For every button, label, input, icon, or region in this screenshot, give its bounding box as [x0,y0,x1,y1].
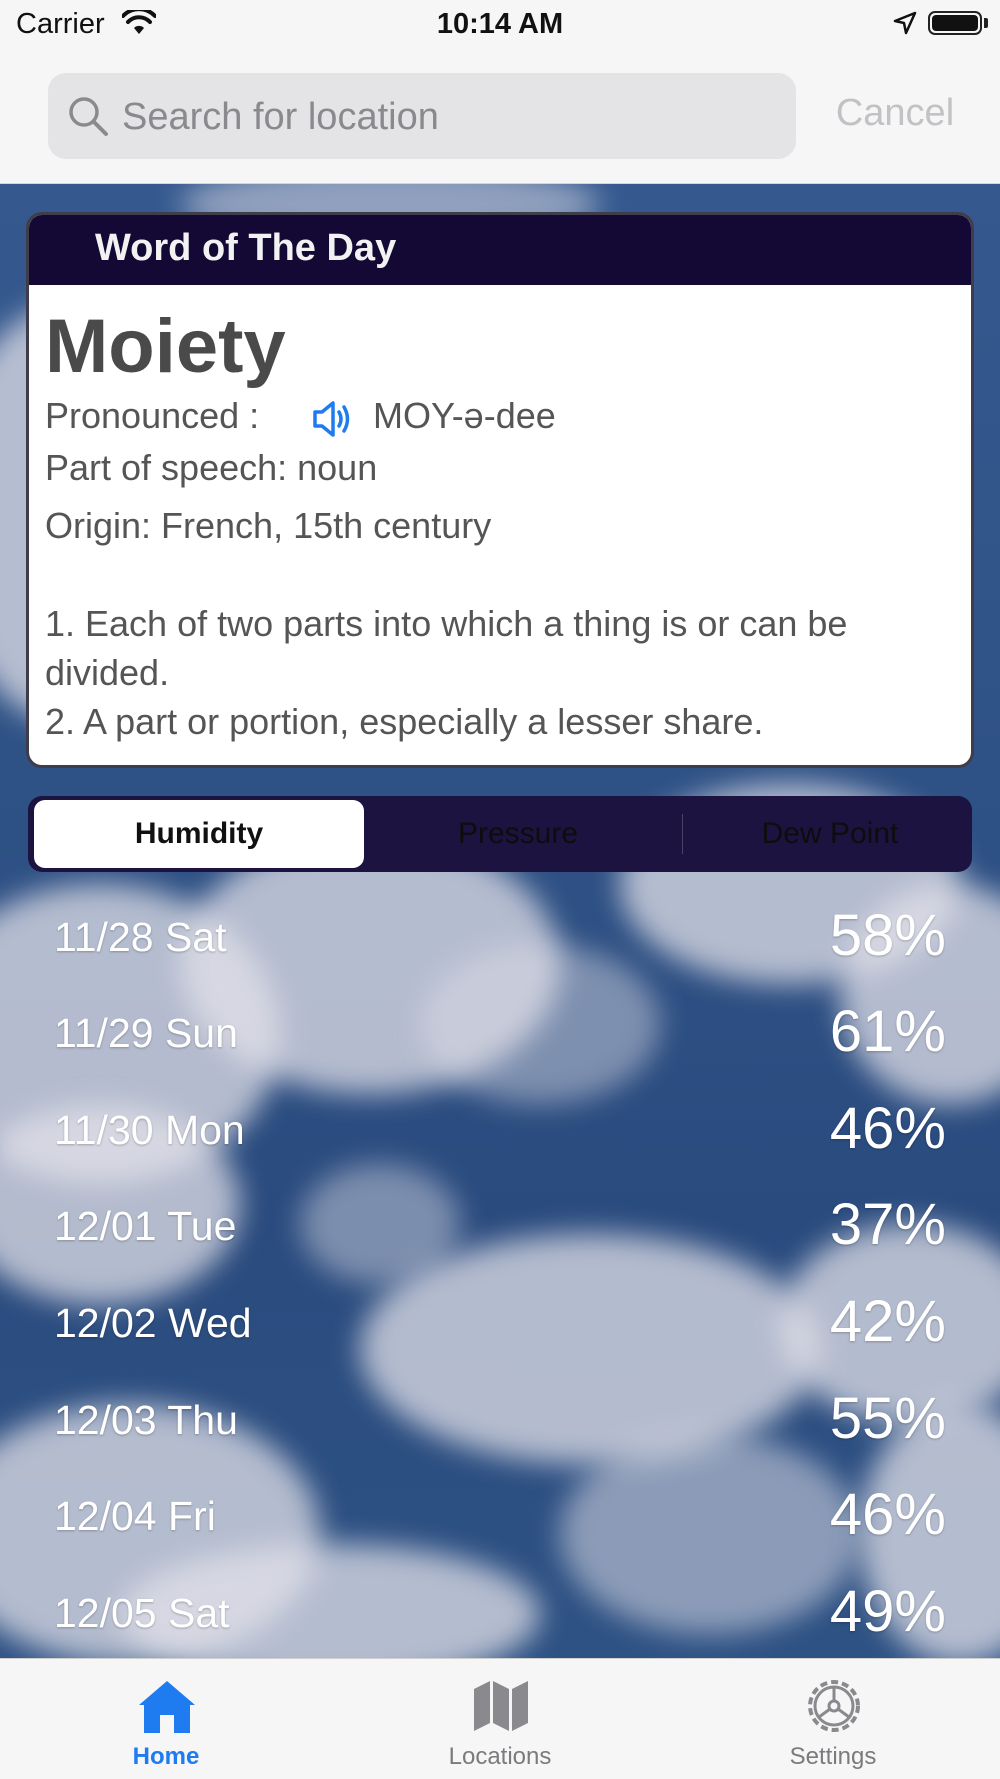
forecast-value: 55% [829,1386,946,1451]
status-bar: Carrier 10:14 AM [0,0,1000,52]
tab-label: Settings [789,1743,877,1770]
search-bar[interactable] [48,73,796,161]
pronunciation-text: MOY-ə-dee [373,395,556,436]
word-origin: Origin: French, 15th century [45,505,492,546]
forecast-date: 12/05 Sat [54,1590,230,1636]
forecast-value: 46% [829,1096,946,1161]
segment-dew-point[interactable]: Dew Point [688,800,972,868]
cancel-button[interactable]: Cancel [810,88,980,138]
tab-home[interactable]: Home [66,1659,266,1779]
forecast-date: 12/02 Wed [54,1300,252,1346]
forecast-date: 12/03 Thu [54,1397,238,1443]
forecast-row: 12/04 Fri 46% [54,1477,946,1557]
search-icon [66,94,110,143]
forecast-date: 12/04 Fri [54,1493,216,1539]
forecast-row: 11/29 Sun 61% [54,994,946,1074]
forecast-value: 49% [829,1579,946,1644]
forecast-row: 12/03 Thu 55% [54,1381,946,1461]
segment-divider [682,814,683,854]
tab-bar: Home Locations Settings [0,1658,1000,1778]
forecast-value: 42% [829,1289,946,1354]
segment-humidity[interactable]: Humidity [34,800,364,868]
pronounced-label: Pronounced : [45,395,260,436]
tab-settings[interactable]: Settings [733,1659,933,1779]
forecast-date: 12/01 Tue [54,1203,237,1249]
search-header: Cancel [0,52,1000,184]
forecast-value: 46% [829,1482,946,1547]
forecast-date: 11/28 Sat [54,914,227,960]
map-icon [470,1677,532,1740]
battery-nub [984,18,988,28]
battery-icon [928,11,982,35]
forecast-value: 61% [829,999,946,1064]
status-time: 10:14 AM [436,8,564,40]
gear-icon [803,1677,865,1740]
house-icon [136,1677,198,1740]
part-of-speech: Part of speech: noun [45,447,378,488]
search-input[interactable] [120,73,784,161]
tab-label: Home [132,1743,200,1770]
forecast-value: 37% [829,1192,946,1257]
word-of-the-day-card: Word of The Day Moiety Pronounced : MOY-… [26,212,974,768]
speaker-icon[interactable] [311,397,355,446]
forecast-row: 12/01 Tue 37% [54,1187,946,1267]
forecast-row: 11/28 Sat 58% [54,898,946,978]
word-title: Moiety [45,304,286,389]
forecast-row: 11/30 Mon 46% [54,1091,946,1171]
segment-pressure[interactable]: Pressure [368,800,668,868]
forecast-date: 11/30 Mon [54,1107,245,1153]
word-card-title: Word of The Day [95,227,397,269]
tab-label: Locations [448,1743,552,1770]
word-card-header: Word of The Day [29,215,971,285]
forecast-row: 12/05 Sat 49% [54,1574,946,1654]
metric-segmented-control: Humidity Pressure Dew Point [28,796,972,872]
definition-item: 2. A part or portion, especially a lesse… [45,701,764,742]
forecast-row: 12/02 Wed 42% [54,1284,946,1364]
forecast-value: 58% [829,903,946,968]
definition-item: 1. Each of two parts into which a thing … [45,603,848,693]
location-arrow-icon [893,11,917,40]
definitions: 1. Each of two parts into which a thing … [45,599,945,746]
forecast-date: 11/29 Sun [54,1010,238,1056]
tab-locations[interactable]: Locations [400,1659,600,1779]
